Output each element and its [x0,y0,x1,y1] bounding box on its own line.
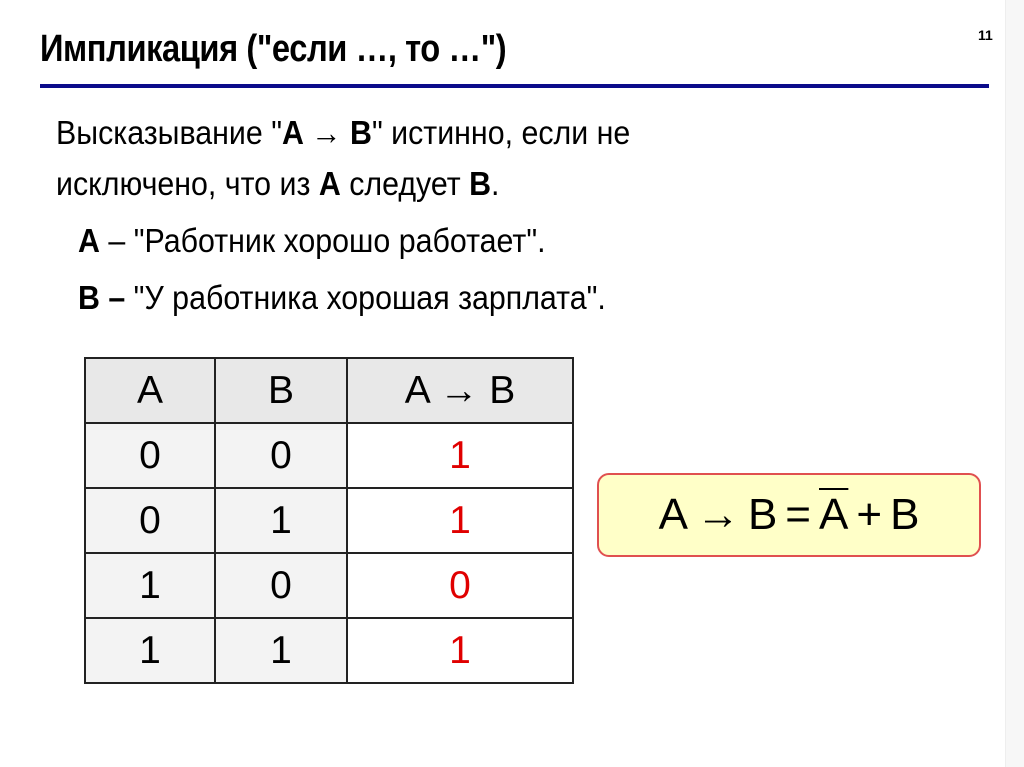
header-b: B [214,357,348,424]
text: Высказывание " [56,114,282,151]
var-a: A [318,165,341,202]
slide-title: Импликация ("если …, то …") [40,28,507,70]
table-row: 1 1 1 [84,617,574,684]
statement-b: B – "У работника хорошая зарплата". [78,279,606,317]
formula-box: A → B = A + B [597,473,981,557]
table-row: 0 0 1 [84,422,574,489]
cell-b: 1 [214,487,348,554]
cell-result: 1 [346,422,574,489]
statement-a-text: – "Работник хорошо работает". [99,222,546,259]
cell-result: 0 [346,552,574,619]
definition-line-1: Высказывание "A → B" истинно, если не [56,114,630,152]
cell-result: 1 [346,617,574,684]
expression: A → B [281,114,372,151]
table-row: 1 0 0 [84,552,574,619]
cell-a: 0 [84,487,216,554]
text: " истинно, если не [371,114,631,151]
text: исключено, что из [56,165,319,202]
cell-a: 1 [84,552,216,619]
cell-b: 0 [214,552,348,619]
title-divider [40,84,989,88]
formula-b-rhs: B [890,490,920,539]
header-a: A [84,357,216,424]
slide-edge [1005,0,1024,767]
var-b-label: B – [78,279,126,316]
cell-a: 1 [84,617,216,684]
truth-table: A B A → B 0 0 1 0 1 1 1 0 0 1 1 1 [84,357,574,684]
definition-line-2: исключено, что из A следует B. [56,165,499,203]
equals-sign: = [785,490,811,539]
statement-b-text: "У работника хорошая зарплата". [125,279,606,316]
text: . [491,165,500,202]
slide-number: 11 [978,27,993,43]
arrow-icon: → [695,490,740,539]
var-a-label: A [78,222,100,259]
cell-b: 0 [214,422,348,489]
statement-a: A – "Работник хорошо работает". [78,222,546,260]
plus-sign: + [856,490,883,539]
header-implication: A → B [346,357,574,424]
text: следует [340,165,470,202]
formula-b: B [747,490,778,539]
table-row: 0 1 1 [84,487,574,554]
formula-not-a: A [819,490,849,539]
formula-a: A [658,490,688,539]
cell-a: 0 [84,422,216,489]
cell-result: 1 [346,487,574,554]
cell-b: 1 [214,617,348,684]
table-header-row: A B A → B [84,357,574,424]
var-b: B [469,165,492,202]
